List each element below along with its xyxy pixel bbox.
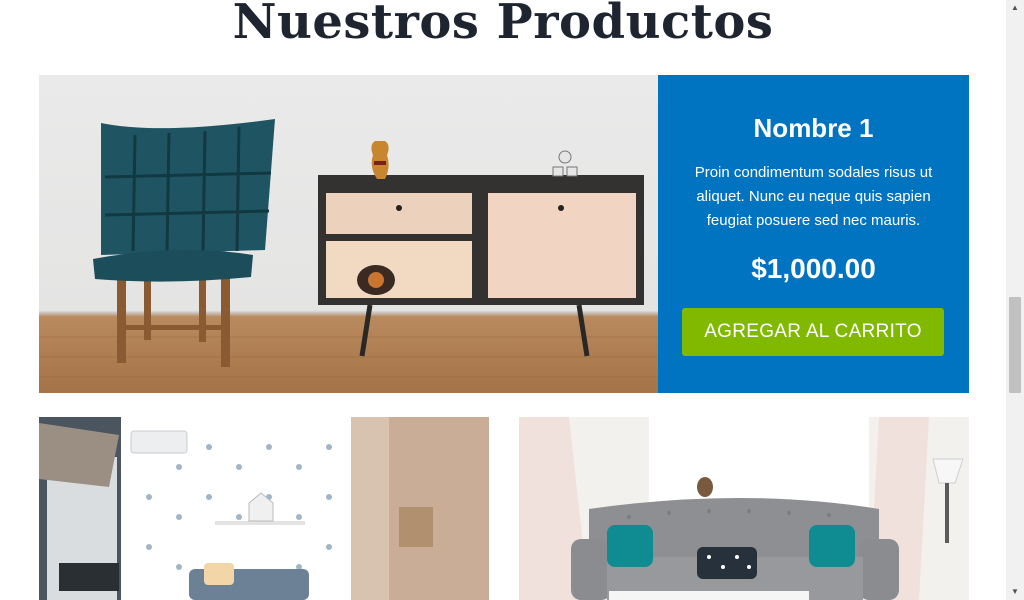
add-to-cart-button[interactable]: AGREGAR AL CARRITO: [682, 308, 944, 356]
featured-product-image[interactable]: [39, 75, 658, 393]
bedroom-illustration: [39, 417, 489, 600]
featured-product: Nombre 1 Proin condimentum sodales risus…: [39, 75, 969, 393]
product-image-living-room[interactable]: [519, 417, 969, 600]
chair-and-cabinet-illustration: [39, 119, 658, 378]
vertical-scrollbar[interactable]: ▲ ▼: [1006, 0, 1024, 600]
product-image-bedroom[interactable]: [39, 417, 489, 600]
product-price: $1,000.00: [751, 253, 876, 284]
product-name: Nombre 1: [753, 113, 874, 143]
scrollbar-thumb[interactable]: [1009, 297, 1021, 393]
living-room-sofa-illustration: [519, 417, 969, 600]
scroll-up-icon[interactable]: ▲: [1006, 0, 1024, 16]
featured-product-info: Nombre 1 Proin condimentum sodales risus…: [658, 75, 969, 393]
product-description: Proin condimentum sodales risus ut aliqu…: [694, 164, 933, 229]
scroll-down-icon[interactable]: ▼: [1006, 584, 1024, 600]
section-title: Nuestros Productos: [232, 0, 774, 50]
